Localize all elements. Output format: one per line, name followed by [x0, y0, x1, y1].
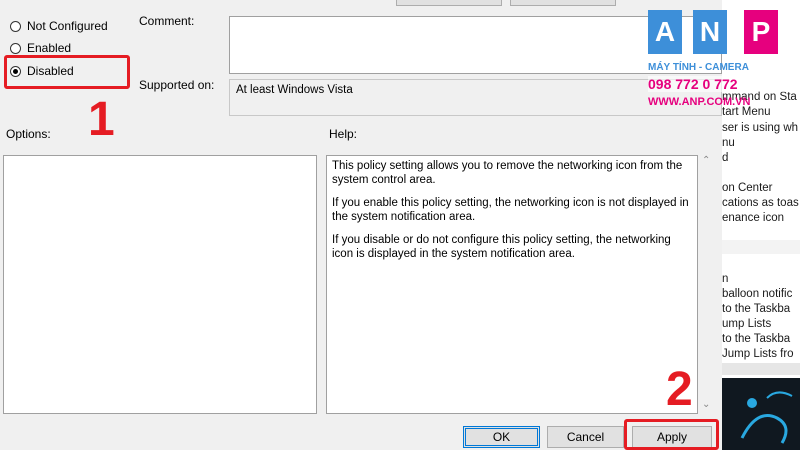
top-button-right[interactable] [510, 0, 616, 6]
help-paragraph: If you enable this policy setting, the n… [332, 197, 689, 223]
options-label: Options: [6, 127, 51, 141]
list-item: balloon notific [722, 288, 793, 300]
cancel-button-label: Cancel [566, 430, 605, 444]
list-item: enance icon [722, 212, 785, 224]
logo-website: WWW.ANP.COM.VN [648, 96, 751, 108]
list-item: on Center [722, 182, 773, 194]
list-item: nu [722, 137, 735, 149]
options-panel [3, 155, 317, 414]
cancel-button[interactable]: Cancel [547, 426, 624, 448]
list-item: Jump Lists fro [722, 348, 794, 360]
ok-button[interactable]: OK [463, 426, 540, 448]
wallpaper-art [740, 391, 793, 444]
logo-letter-a: A [648, 10, 682, 54]
background-scrollbar[interactable] [722, 363, 800, 375]
logo-letter-p: P [744, 10, 778, 54]
annotation-number-1: 1 [88, 93, 115, 146]
radio-label-not-configured: Not Configured [27, 19, 108, 33]
help-paragraph: This policy setting allows you to remove… [332, 160, 683, 186]
anp-logo: A N P MÁY TÍNH - CAMERA 098 772 0 772 WW… [648, 10, 800, 120]
list-item: to the Taskba [722, 303, 791, 315]
chevron-down-icon[interactable]: ⌄ [702, 399, 710, 410]
help-label: Help: [329, 127, 358, 141]
annotation-box-disabled [4, 55, 130, 89]
list-item: cations as toas [722, 197, 799, 209]
desktop-wallpaper [722, 378, 800, 450]
list-item: n [722, 273, 729, 285]
list-item: to the Taskba [722, 333, 791, 345]
radio-label-enabled: Enabled [27, 41, 72, 55]
logo-letter-n: N [693, 10, 727, 54]
ok-button-label: OK [492, 430, 511, 444]
chevron-up-icon[interactable]: ⌃ [702, 155, 710, 166]
help-text: This policy setting allows you to remove… [327, 156, 697, 273]
supported-on-value: At least Windows Vista [236, 84, 353, 96]
radio-enabled[interactable]: Enabled [10, 41, 71, 55]
list-item: ser is using wh [722, 122, 799, 134]
list-item: d [722, 152, 729, 164]
supported-on-label: Supported on: [139, 78, 215, 92]
annotation-box-apply [624, 419, 719, 450]
top-button-left[interactable] [396, 0, 502, 6]
radio-circle[interactable] [10, 42, 21, 54]
help-paragraph: If you disable or do not configure this … [332, 234, 671, 260]
logo-phone: 098 772 0 772 [648, 76, 800, 92]
help-panel: This policy setting allows you to remove… [326, 155, 698, 414]
radio-not-configured[interactable]: Not Configured [10, 19, 108, 33]
comment-label: Comment: [139, 14, 195, 28]
annotation-number-2: 2 [666, 363, 693, 416]
list-item: ump Lists [722, 318, 772, 330]
list-separator [722, 240, 800, 254]
radio-circle[interactable] [10, 20, 21, 32]
help-scrollbar[interactable]: ⌃ ⌄ [699, 155, 715, 414]
logo-tagline: MÁY TÍNH - CAMERA [648, 62, 749, 73]
